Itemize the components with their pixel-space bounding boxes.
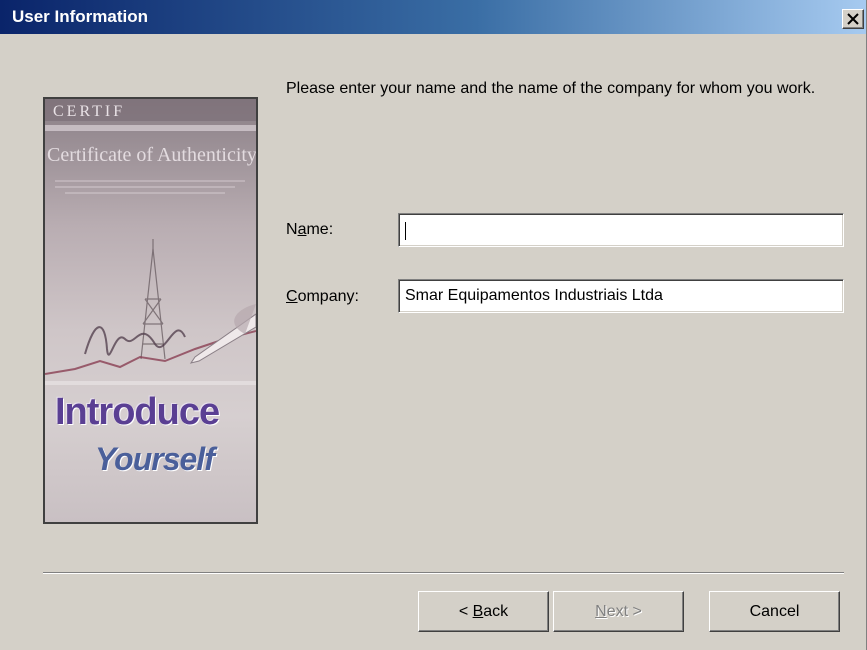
- company-input[interactable]: Smar Equipamentos Industriais Ltda: [398, 279, 844, 313]
- user-information-dialog: User Information CERTIF Certificate of A…: [0, 0, 867, 650]
- name-input[interactable]: [398, 213, 844, 247]
- introduce-yourself-banner: CERTIF Certificate of Authenticity Intro…: [43, 97, 258, 524]
- svg-text:CERTIF: CERTIF: [53, 103, 125, 120]
- window-title: User Information: [12, 7, 149, 26]
- introduce-text: Introduce: [55, 391, 220, 433]
- yourself-text: Yourself: [95, 441, 215, 477]
- instructions-text: Please enter your name and the name of t…: [286, 80, 816, 97]
- next-button[interactable]: Next >: [553, 591, 684, 632]
- back-button[interactable]: < Back: [418, 591, 549, 632]
- company-value: Smar Equipamentos Industriais Ltda: [405, 287, 663, 304]
- svg-text:Certificate of Authenticity: Certificate of Authenticity: [47, 144, 256, 166]
- text-caret: [405, 222, 406, 240]
- close-icon: [847, 13, 859, 25]
- cancel-button[interactable]: Cancel: [709, 591, 840, 632]
- company-label: Company:: [286, 288, 359, 305]
- title-bar[interactable]: User Information: [0, 0, 866, 34]
- close-button[interactable]: [842, 9, 864, 29]
- separator: [43, 572, 844, 574]
- name-label: Name:: [286, 221, 334, 238]
